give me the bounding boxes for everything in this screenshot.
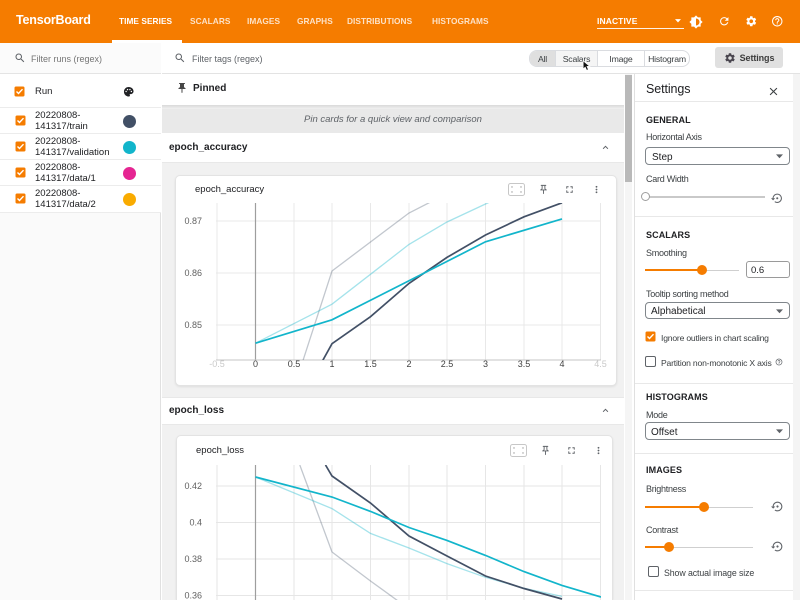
svg-text:4: 4 bbox=[559, 359, 564, 369]
svg-text:3: 3 bbox=[483, 359, 488, 369]
svg-text:2: 2 bbox=[406, 359, 411, 369]
svg-text:0.87: 0.87 bbox=[184, 216, 202, 226]
svg-text:0: 0 bbox=[253, 359, 258, 369]
svg-text:0.85: 0.85 bbox=[184, 320, 202, 330]
svg-text:0.5: 0.5 bbox=[288, 359, 301, 369]
svg-text:3.5: 3.5 bbox=[518, 359, 531, 369]
svg-text:1.5: 1.5 bbox=[364, 359, 377, 369]
svg-text:-0.5: -0.5 bbox=[209, 359, 225, 369]
svg-text:2.5: 2.5 bbox=[441, 359, 454, 369]
svg-text:0.38: 0.38 bbox=[184, 554, 202, 564]
svg-text:0.42: 0.42 bbox=[184, 481, 202, 491]
svg-text:0.86: 0.86 bbox=[184, 268, 202, 278]
svg-text:0.36: 0.36 bbox=[184, 591, 202, 600]
svg-text:1: 1 bbox=[329, 359, 334, 369]
svg-text:0.4: 0.4 bbox=[189, 518, 202, 528]
svg-text:4.5: 4.5 bbox=[594, 359, 607, 369]
